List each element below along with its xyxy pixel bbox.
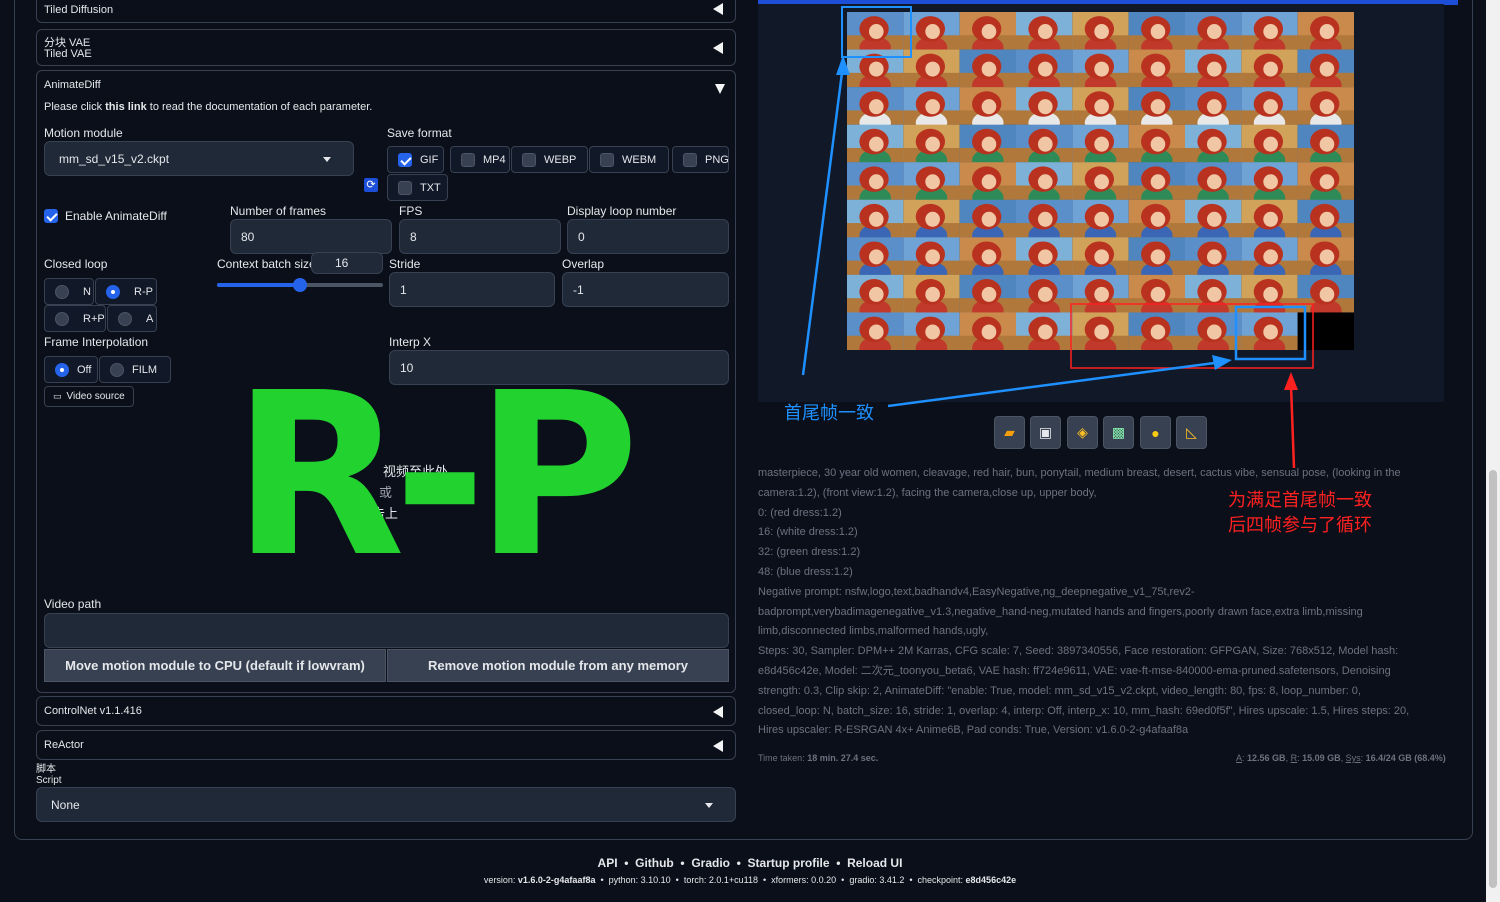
annotation-overlay	[801, 6, 1314, 469]
last-frame-highlight	[1234, 305, 1307, 361]
info-line: strength: 0.3, Clip skip: 2, AnimateDiff…	[758, 684, 1361, 697]
checkpoint-value: e8d456c42e	[965, 875, 1017, 885]
time-prefix: Time taken:	[758, 753, 808, 763]
info-line: limb,disconnected limbs,malformed hands,…	[758, 625, 989, 638]
palette-icon[interactable]: ●	[1140, 416, 1171, 449]
info-line: e8d456c42e, Model: 二次元_toonyou_beta6, VA…	[758, 664, 1391, 677]
mem-a-label: A	[1236, 753, 1243, 763]
info-line: 16: (white dress:1.2)	[758, 526, 858, 539]
page-scrollbar[interactable]	[1486, 0, 1500, 902]
info-line: closed_loop: N, batch_size: 16, stride: …	[758, 704, 1410, 717]
annotation-first-last: 首尾帧一致	[784, 403, 874, 423]
xformers-version: xformers: 0.0.20	[771, 875, 837, 885]
info-line: camera:1.2), (front view:1.2), facing th…	[758, 486, 1097, 499]
mem-sys-value: 16.4/24 GB (68.4%)	[1365, 753, 1446, 763]
zip-icon[interactable]: ◈	[1067, 416, 1098, 449]
separator: •	[829, 856, 848, 870]
arrow-line-red	[1289, 384, 1296, 469]
footer-link-github[interactable]: Github	[635, 856, 674, 870]
info-line: 48: (blue dress:1.2)	[758, 565, 853, 578]
info-line: Steps: 30, Sampler: DPM++ 2M Karras, CFG…	[758, 645, 1399, 658]
version-prefix: version:	[483, 875, 518, 885]
time-taken: Time taken: 18 min. 27.4 sec.	[758, 753, 878, 763]
footer-link-reload-ui[interactable]: Reload UI	[847, 856, 902, 870]
torch-version: torch: 2.0.1+cu118	[683, 875, 758, 885]
ruler-icon[interactable]: ◺	[1176, 416, 1207, 449]
footer-version: version: v1.6.0-2-g4afaaf8a • python: 3.…	[483, 875, 1017, 885]
python-version: python: 3.10.10	[608, 875, 671, 885]
separator: •	[729, 856, 748, 870]
info-line: Hires upscaler: R-ESRGAN 4x+ Anime6B, Pa…	[758, 724, 1189, 737]
separator: •	[673, 856, 692, 870]
footer-links: API • Github • Gradio • Startup profile …	[0, 856, 1500, 870]
info-line: 0: (red dress:1.2)	[758, 506, 842, 519]
image-icon[interactable]: ▩	[1103, 416, 1134, 449]
checkpoint-prefix: checkpoint:	[917, 875, 966, 885]
folder-icon[interactable]: ▰	[994, 416, 1025, 449]
mem-r-label: R	[1290, 753, 1298, 763]
info-line: 32: (green dress:1.2)	[758, 546, 861, 559]
mem-sys-label: Sys	[1345, 753, 1361, 763]
footer-link-gradio[interactable]: Gradio	[691, 856, 730, 870]
scrollbar-thumb[interactable]	[1489, 470, 1497, 888]
separator: •	[617, 856, 636, 870]
mem-r-value: 15.09 GB	[1302, 753, 1341, 763]
footer-link-startup-profile[interactable]: Startup profile	[748, 856, 830, 870]
arrow-line-right	[887, 360, 1223, 408]
mem-a-value: 12.56 GB	[1247, 753, 1286, 763]
memory-stats: A: 12.56 GB, R: 15.09 GB, Sys: 16.4/24 G…	[1236, 753, 1446, 763]
arrow-head-red	[1284, 372, 1298, 390]
first-frame-highlight	[841, 6, 912, 58]
version-value: v1.6.0-2-g4afaaf8a	[517, 875, 596, 885]
footer-link-api[interactable]: API	[598, 856, 618, 870]
save-icon[interactable]: ▣	[1030, 416, 1061, 449]
info-line: masterpiece, 30 year old women, cleavage…	[758, 467, 1401, 479]
gradio-version: gradio: 3.41.2	[849, 875, 905, 885]
time-value: 18 min. 27.4 sec.	[807, 753, 879, 763]
generation-info: masterpiece, 30 year old women, cleavage…	[758, 464, 1438, 741]
arrow-line-up	[801, 64, 845, 376]
info-line: badprompt,verybadimagenegative_v1.3,nega…	[758, 605, 1363, 618]
info-line: Negative prompt: nsfw,logo,text,badhandv…	[758, 585, 1195, 598]
